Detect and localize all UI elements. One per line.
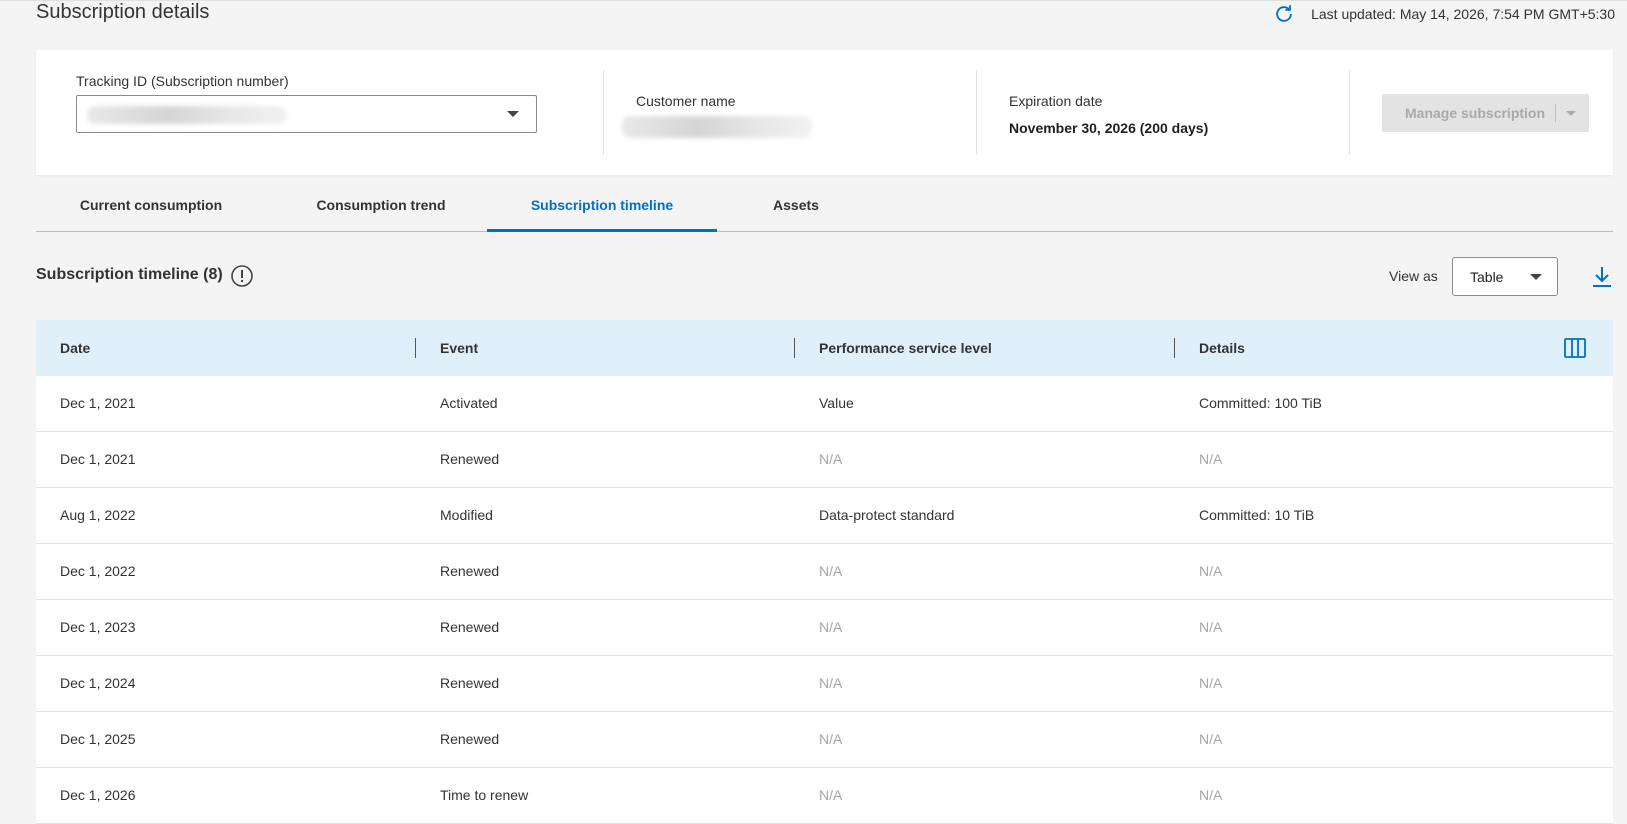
manage-subscription-button[interactable]: Manage subscription (1382, 94, 1589, 132)
tracking-id-label: Tracking ID (Subscription number) (76, 73, 289, 89)
tab-current-consumption[interactable]: Current consumption (36, 190, 266, 231)
table-row: Dec 1, 2021 Renewed N/A N/A (36, 432, 1613, 488)
column-resize-handle[interactable] (794, 338, 795, 358)
table-row: Aug 1, 2022 Modified Data-protect standa… (36, 488, 1613, 544)
divider (976, 70, 977, 155)
cell-event: Time to renew (440, 787, 529, 803)
last-updated: Last updated: May 14, 2026, 7:54 PM GMT+… (1273, 3, 1615, 25)
cell-date: Dec 1, 2023 (60, 619, 136, 635)
chevron-down-icon (507, 111, 519, 117)
cell-date: Dec 1, 2022 (60, 563, 136, 579)
column-header-event[interactable]: Event (440, 320, 478, 376)
column-header-level[interactable]: Performance service level (819, 320, 992, 376)
view-as-value: Table (1470, 269, 1504, 285)
table-row: Dec 1, 2021 Activated Value Committed: 1… (36, 376, 1613, 432)
cell-details: Committed: 10 TiB (1199, 507, 1315, 523)
divider (1349, 70, 1350, 155)
cell-event: Renewed (440, 619, 500, 635)
cell-event: Modified (440, 507, 493, 523)
cell-date: Dec 1, 2025 (60, 731, 136, 747)
table-row: Dec 1, 2024 Renewed N/A N/A (36, 656, 1613, 712)
button-separator (1555, 104, 1556, 122)
tab-consumption-trend[interactable]: Consumption trend (266, 190, 496, 231)
page-title: Subscription details (36, 1, 210, 23)
columns-icon[interactable] (1564, 338, 1586, 358)
cell-details: N/A (1199, 787, 1223, 803)
cell-event: Renewed (440, 563, 500, 579)
column-resize-handle[interactable] (1174, 338, 1175, 358)
tracking-id-select[interactable] (76, 95, 537, 133)
table-row: Dec 1, 2026 Time to renew N/A N/A (36, 768, 1613, 824)
table-row: Dec 1, 2023 Renewed N/A N/A (36, 600, 1613, 656)
tab-subscription-timeline[interactable]: Subscription timeline (487, 190, 717, 232)
cell-date: Dec 1, 2024 (60, 675, 136, 691)
cell-date: Dec 1, 2026 (60, 787, 136, 803)
chevron-down-icon (1530, 274, 1542, 280)
chevron-down-icon[interactable] (1566, 111, 1576, 116)
subscription-summary-card: Tracking ID (Subscription number) Custom… (36, 50, 1613, 175)
tab-assets[interactable]: Assets (706, 190, 886, 231)
last-updated-text: Last updated: May 14, 2026, 7:54 PM GMT+… (1311, 6, 1615, 22)
cell-date: Dec 1, 2021 (60, 451, 136, 467)
cell-event: Renewed (440, 731, 500, 747)
redacted-tracking-id (87, 106, 287, 124)
cell-details: N/A (1199, 563, 1223, 579)
view-as-label: View as (1389, 268, 1438, 284)
cell-event: Renewed (440, 451, 500, 467)
cell-details: N/A (1199, 451, 1223, 467)
cell-details: N/A (1199, 731, 1223, 747)
cell-level: N/A (819, 563, 843, 579)
cell-date: Aug 1, 2022 (60, 507, 136, 523)
section-title: Subscription timeline (8) (36, 266, 223, 283)
expiration-date-value: November 30, 2026 (200 days) (1009, 120, 1209, 136)
cell-level: N/A (819, 451, 843, 467)
cell-level: Data-protect standard (819, 507, 955, 523)
timeline-table: Date Event Performance service level Det… (36, 320, 1613, 824)
download-icon[interactable] (1591, 265, 1613, 289)
view-as-select[interactable]: Table (1452, 257, 1558, 296)
cell-event: Activated (440, 395, 498, 411)
column-header-date[interactable]: Date (60, 320, 90, 376)
cell-details: Committed: 100 TiB (1199, 395, 1322, 411)
cell-event: Renewed (440, 675, 500, 691)
manage-subscription-label: Manage subscription (1405, 105, 1546, 121)
cell-level: N/A (819, 619, 843, 635)
cell-details: N/A (1199, 675, 1223, 691)
cell-date: Dec 1, 2021 (60, 395, 136, 411)
table-header: Date Event Performance service level Det… (36, 320, 1613, 376)
tab-bar: Current consumption Consumption trend Su… (36, 190, 1613, 232)
info-icon[interactable] (230, 264, 254, 288)
table-row: Dec 1, 2025 Renewed N/A N/A (36, 712, 1613, 768)
cell-level: N/A (819, 731, 843, 747)
customer-name-label: Customer name (636, 93, 736, 109)
expiration-date-label: Expiration date (1009, 93, 1103, 109)
refresh-icon[interactable] (1273, 3, 1295, 25)
table-row: Dec 1, 2022 Renewed N/A N/A (36, 544, 1613, 600)
column-resize-handle[interactable] (415, 338, 416, 358)
cell-level: Value (819, 395, 854, 411)
redacted-customer-name (622, 116, 812, 138)
cell-level: N/A (819, 787, 843, 803)
cell-level: N/A (819, 675, 843, 691)
divider (603, 70, 604, 155)
top-border (0, 0, 1627, 1)
column-header-details[interactable]: Details (1199, 320, 1245, 376)
cell-details: N/A (1199, 619, 1223, 635)
